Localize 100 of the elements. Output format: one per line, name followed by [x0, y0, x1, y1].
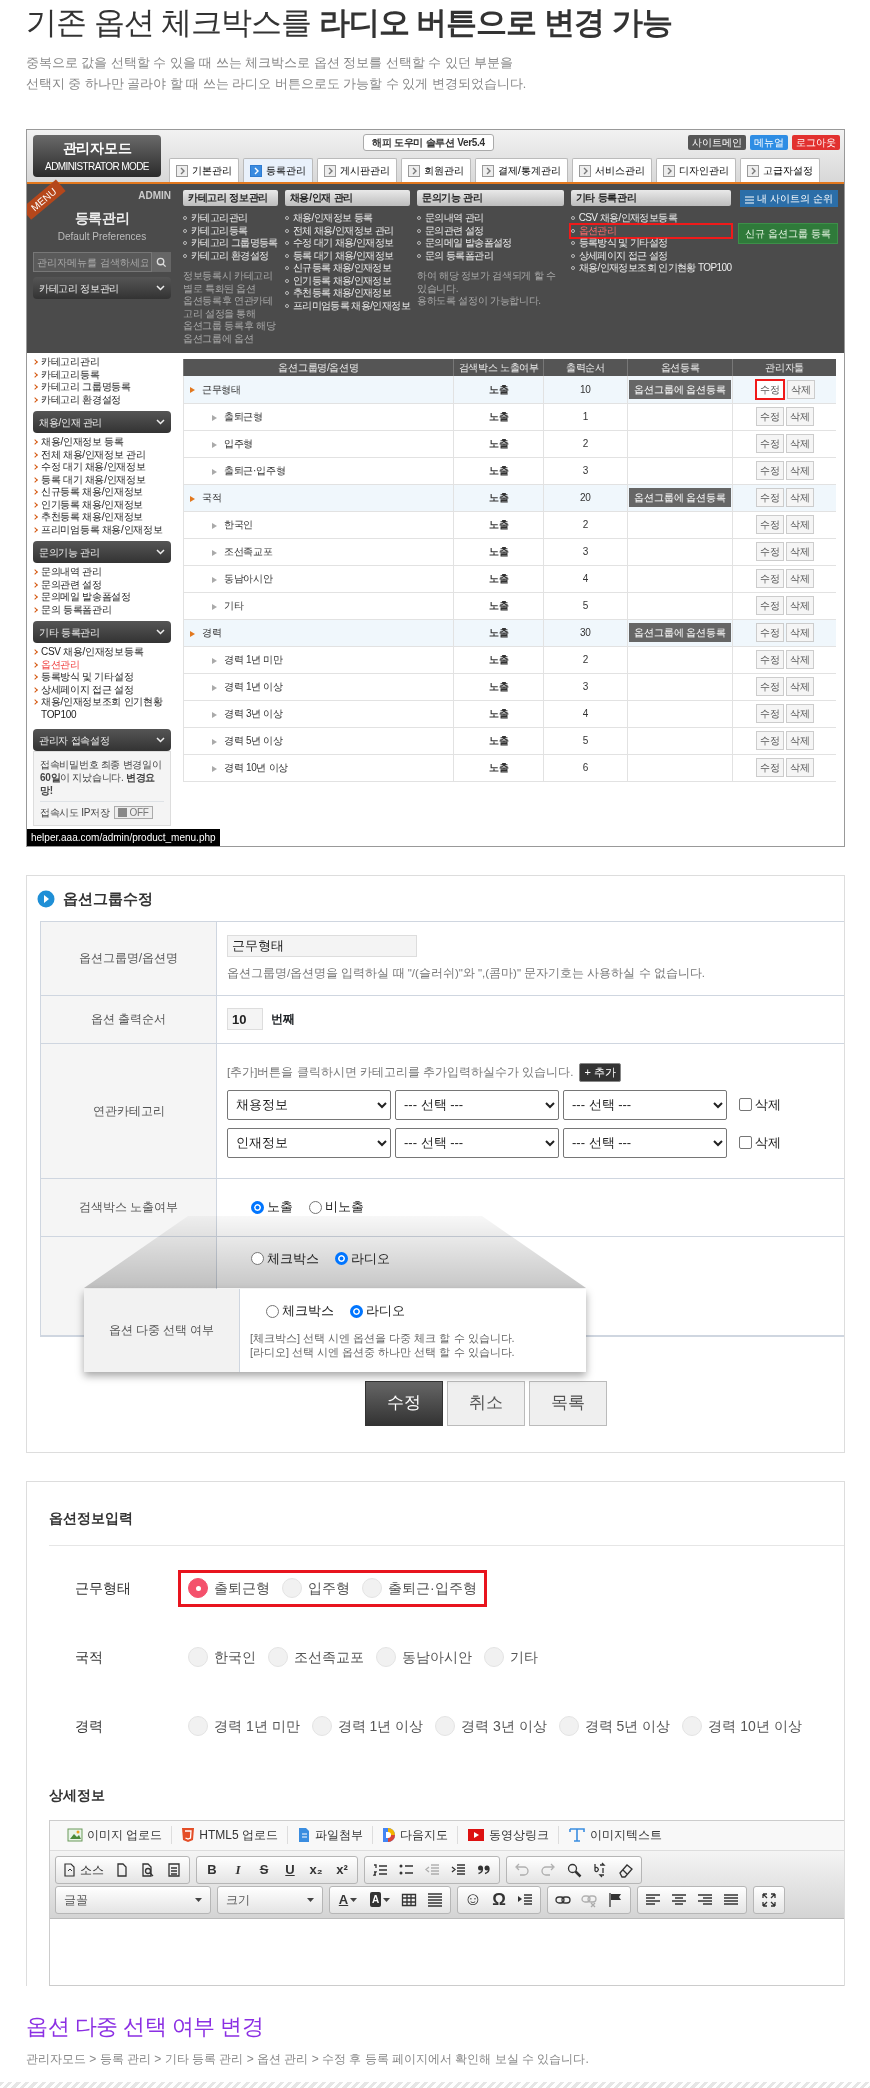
sidebar-item[interactable]: 상세페이지 접근 설정 — [33, 683, 171, 697]
delete-button[interactable]: 삭제 — [785, 731, 814, 751]
attach-button[interactable]: 이미지 업로드 — [58, 1826, 173, 1845]
delete-button[interactable]: 삭제 — [785, 569, 814, 589]
bold-button[interactable]: B — [199, 1857, 225, 1882]
menu-item[interactable]: 문의메일 발송폼설정 — [416, 237, 564, 250]
register-option-button[interactable]: 옵션그룹에 옵션등록 — [628, 623, 732, 643]
menu-item[interactable]: 카테고리관리 — [183, 212, 278, 225]
menu-item[interactable]: 카테고리 환경설정 — [183, 249, 278, 263]
search-field[interactable]: 관리자메뉴를 검색하세요 — [33, 252, 153, 273]
nav-tab[interactable]: 서비스관리 — [571, 158, 652, 183]
strike-button[interactable]: S — [251, 1857, 277, 1882]
attach-button[interactable]: 동영상링크 — [458, 1826, 560, 1845]
edit-button[interactable]: 수정 — [754, 378, 785, 400]
edit-button[interactable]: 수정 — [755, 704, 784, 724]
radio-button[interactable] — [350, 1304, 363, 1318]
sidebar-item[interactable]: 추천등록 채용/인재정보 — [33, 511, 171, 524]
sidebar-item[interactable]: 채용/인재정보 등록 — [33, 436, 171, 449]
sidebar-item[interactable]: 카테고리관리 — [33, 356, 171, 369]
menu-item[interactable]: 채용/인재정보 등록 — [284, 212, 410, 225]
delete-button[interactable]: 삭제 — [785, 407, 814, 427]
menu-item[interactable]: 문의관련 설정 — [416, 224, 564, 238]
add-button[interactable]: + 추가 — [579, 1063, 621, 1082]
menu-header[interactable]: 기타 등록관리 — [570, 190, 732, 207]
sidebar-item[interactable]: 채용/인재정보조회 인기현황 TOP100 — [33, 696, 171, 722]
menu-item[interactable]: 전체 채용/인재정보 관리 — [284, 224, 410, 238]
subscript-button[interactable]: x₂ — [303, 1857, 329, 1882]
edit-button[interactable]: 수정 — [755, 488, 784, 508]
section-header[interactable]: 채용/인재 관리 — [33, 411, 171, 434]
nav-tab[interactable]: 결제/통계관리 — [475, 158, 568, 183]
nav-tab[interactable]: 고급자설정 — [739, 158, 820, 183]
delete-button[interactable]: 삭제 — [786, 379, 815, 399]
menu-item[interactable]: 수정 대기 채용/인재정보 — [284, 237, 410, 250]
form-button[interactable]: 취소 — [446, 1380, 525, 1426]
edit-button[interactable]: 수정 — [755, 407, 784, 427]
menu-item[interactable]: 채용/인재정보조회 인기현황 TOP100 — [570, 262, 732, 275]
section-header[interactable]: 관리자 접속설정 — [33, 729, 171, 752]
select-field[interactable]: --- 선택 --- — [395, 1127, 559, 1158]
edit-button[interactable]: 수정 — [755, 758, 784, 778]
sidebar-item[interactable]: 인기등록 채용/인재정보 — [33, 498, 171, 512]
delete-button[interactable]: 삭제 — [785, 461, 814, 481]
checkbox[interactable] — [739, 1136, 752, 1150]
select-field[interactable]: --- 선택 --- — [563, 1089, 727, 1120]
edit-button[interactable]: 수정 — [755, 623, 784, 643]
dropdown-button[interactable]: 글꼴 — [58, 1887, 208, 1912]
menu-item[interactable]: CSV 채용/인재정보등록 — [570, 212, 732, 225]
nav-tab[interactable]: 회원관리 — [401, 158, 471, 183]
select-field[interactable]: 채용정보 — [227, 1089, 391, 1120]
delete-button[interactable]: 삭제 — [785, 434, 814, 454]
edit-button[interactable]: 수정 — [755, 650, 784, 670]
menu-item[interactable]: 등록 대기 채용/인재정보 — [284, 249, 410, 263]
edit-button[interactable]: 수정 — [755, 731, 784, 751]
nav-tab[interactable]: 기본관리 — [169, 158, 239, 183]
sidebar-item[interactable]: 문의내역 관리 — [33, 566, 171, 579]
sidebar-item[interactable]: 옵션관리 — [33, 658, 171, 672]
checkbox[interactable] — [739, 1098, 752, 1112]
sidebar-item[interactable]: 전체 채용/인재정보 관리 — [33, 448, 171, 462]
menu-item[interactable]: 카테고리등록 — [183, 224, 278, 238]
select-field[interactable]: --- 선택 --- — [395, 1089, 559, 1120]
menu-item[interactable]: 카테고리 그룹명등록 — [183, 237, 278, 250]
radio-button[interactable] — [266, 1304, 279, 1318]
sidebar-item[interactable]: 문의메일 발송폼설정 — [33, 591, 171, 604]
toggle-switch[interactable]: OFF — [113, 806, 153, 820]
sidebar-item[interactable]: 신규등록 채용/인재정보 — [33, 486, 171, 499]
delete-button[interactable]: 삭제 — [785, 488, 814, 508]
dropdown-button[interactable]: 크기 — [220, 1887, 320, 1912]
form-button[interactable]: 목록 — [528, 1380, 607, 1426]
italic-button[interactable]: I — [225, 1857, 251, 1882]
delete-button[interactable]: 삭제 — [785, 542, 814, 562]
delete-button[interactable]: 삭제 — [785, 677, 814, 697]
menu-item[interactable]: 문의 등록폼관리 — [416, 249, 564, 263]
sidebar-item[interactable]: 등록 대기 채용/인재정보 — [33, 473, 171, 487]
special-char-button[interactable]: Ω — [486, 1887, 512, 1912]
edit-button[interactable]: 수정 — [755, 596, 784, 616]
edit-button[interactable]: 수정 — [755, 434, 784, 454]
sidebar-item[interactable]: CSV 채용/인재정보등록 — [33, 646, 171, 659]
nav-tab[interactable]: 등록관리 — [243, 158, 313, 183]
search-button[interactable] — [152, 252, 171, 273]
section-header[interactable]: 기타 등록관리 — [33, 621, 171, 644]
menu-header[interactable]: 카테고리 정보관리 — [183, 190, 278, 207]
edit-button[interactable]: 수정 — [755, 677, 784, 697]
delete-button[interactable]: 삭제 — [785, 515, 814, 535]
sidebar-item[interactable]: 카테고리 그룹명등록 — [33, 381, 171, 394]
menu-item[interactable]: 인기등록 채용/인재정보 — [284, 274, 410, 288]
menu-header[interactable]: 문의기능 관리 — [416, 190, 564, 207]
edit-button[interactable]: 수정 — [755, 569, 784, 589]
menu-header[interactable]: 채용/인재 관리 — [284, 190, 410, 207]
section-header[interactable]: 문의기능 관리 — [33, 541, 171, 564]
rank-button[interactable]: 내 사이트의 순위 — [740, 190, 838, 208]
text-color-button[interactable]: A — [332, 1887, 364, 1912]
edit-button[interactable]: 수정 — [755, 515, 784, 535]
nav-tab[interactable]: 게시판관리 — [317, 158, 397, 183]
register-option-button[interactable]: 옵션그룹에 옵션등록 — [628, 488, 732, 508]
attach-button[interactable]: 다음지도 — [373, 1826, 459, 1845]
section-header[interactable]: 카테고리 정보관리 — [33, 277, 171, 300]
sidebar-item[interactable]: 수정 대기 채용/인재정보 — [33, 461, 171, 474]
delete-button[interactable]: 삭제 — [785, 623, 814, 643]
attach-button[interactable]: HTML5 업로드 — [172, 1826, 289, 1845]
menu-item[interactable]: 상세페이지 접근 설정 — [570, 249, 732, 263]
attach-button[interactable]: 이미지텍스트 — [559, 1826, 672, 1845]
